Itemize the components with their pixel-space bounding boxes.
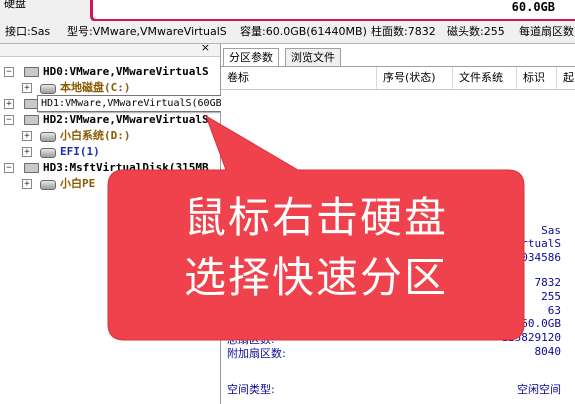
expand-icon[interactable]: + (22, 179, 32, 189)
tree-item-label: HD0:VMware,VMwareVirtualS (43, 65, 209, 78)
model-info: 型号:VMware,VMwareVirtualS (67, 25, 227, 38)
expand-icon[interactable]: + (4, 99, 14, 109)
partition-icon (40, 180, 56, 190)
sectors-info: 每道扇区数 (519, 25, 574, 38)
detail-label: 附加扇区数: (227, 347, 286, 360)
partition-icon (40, 148, 56, 158)
partition-icon (40, 84, 56, 94)
heads-info: 磁头数:255 (447, 25, 505, 38)
tree-item-label: 本地磁盘(C:) (60, 81, 131, 94)
cylinders-info: 柱面数:7832 (371, 25, 436, 38)
disk-tooltip: HD1:VMware,VMwareVirtualS(60GB) (37, 95, 228, 112)
tree-item-label: 小白PE (60, 177, 96, 190)
detail-value: 125829120 (501, 331, 561, 344)
detail-value: 8040 (534, 345, 562, 358)
callout-line-2: 选择快速分区 (183, 253, 448, 302)
column-filesystem[interactable]: 文件系统 (453, 67, 517, 89)
callout-text: 鼠标右击硬盘 选择快速分区 (108, 188, 524, 308)
tree-item-partition-d[interactable]: + 小白系统(D:) (0, 128, 220, 144)
expand-icon[interactable]: + (22, 83, 32, 93)
detail-value: 空闲空间 (517, 383, 561, 396)
disk-map-bar: 硬盘 60.0GB (0, 0, 575, 21)
tree-item-hd3[interactable]: − HD3:MsftVirtualDisk(315MB (0, 160, 220, 176)
hard-disk-icon (24, 67, 39, 77)
disk-map-label: 硬盘 (4, 0, 26, 10)
disk-size-text: 60.0GB (511, 0, 555, 14)
tree-item-hd0[interactable]: − HD0:VMware,VMwareVirtualS (0, 64, 220, 80)
tree-item-hd2[interactable]: − HD2:VMware,VMwareVirtualS (0, 112, 220, 128)
column-index-status[interactable]: 序号(状态) (377, 67, 453, 89)
tree-item-label: HD3:MsftVirtualDisk(315MB (43, 161, 209, 174)
disk-partition-block[interactable]: 60.0GB (90, 0, 575, 21)
column-flag[interactable]: 标识 (517, 67, 557, 89)
tree-item-label: EFI(1) (60, 145, 100, 158)
hard-disk-icon (24, 163, 39, 173)
detail-label: 空间类型: (227, 383, 275, 396)
column-start[interactable]: 起 (557, 67, 575, 89)
close-icon[interactable]: × (201, 41, 210, 54)
tab-partition-params[interactable]: 分区参数 (223, 48, 279, 67)
tree-item-label: 小白系统(D:) (60, 129, 131, 142)
collapse-icon[interactable]: − (4, 163, 14, 173)
collapse-icon[interactable]: − (4, 67, 14, 77)
detail-value: 255 (541, 290, 561, 303)
callout-line-1: 鼠标右击硬盘 (183, 193, 448, 242)
detail-value: 63 (547, 304, 561, 317)
disk-info-row: 接口:Sas 型号:VMware,VMwareVirtualS 容量:60.0G… (0, 21, 575, 44)
interface-info: 接口:Sas (5, 25, 51, 38)
tree-item-partition-c[interactable]: + 本地磁盘(C:) (0, 80, 220, 96)
partition-table-header: 卷标 序号(状态) 文件系统 标识 起 (221, 66, 575, 90)
tree-item-partition-efi[interactable]: + EFI(1) (0, 144, 220, 160)
detail-value: Sas (541, 224, 561, 237)
partition-icon (40, 132, 56, 142)
tree-item-label: HD2:VMware,VMwareVirtualS (43, 113, 209, 126)
capacity-info: 容量:60.0GB(61440MB) (240, 25, 367, 38)
column-volume-label[interactable]: 卷标 (221, 67, 377, 89)
tab-browse-files[interactable]: 浏览文件 (285, 48, 341, 66)
expand-icon[interactable]: + (22, 147, 32, 157)
hard-disk-icon (24, 115, 39, 125)
detail-value: 7832 (534, 276, 562, 289)
expand-icon[interactable]: + (22, 131, 32, 141)
detail-value: 60.0GB (521, 317, 561, 330)
tree-pane-header: × (0, 41, 220, 57)
collapse-icon[interactable]: − (4, 115, 14, 125)
